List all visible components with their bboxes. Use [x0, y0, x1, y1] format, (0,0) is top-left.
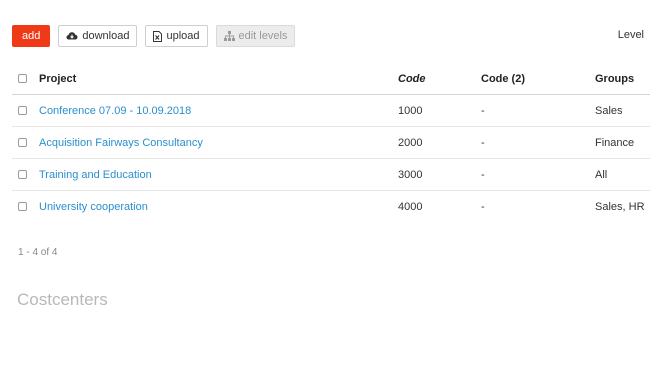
groups-cell: All	[595, 158, 650, 191]
header-code[interactable]: Code	[398, 63, 481, 95]
projects-table: Project Code Code (2) Groups Conference …	[12, 63, 650, 222]
code2-cell: -	[481, 200, 485, 213]
row-select-cell	[12, 191, 39, 223]
toolbar: add download upload edit levels	[12, 25, 296, 47]
code2-cell: -	[481, 126, 595, 159]
project-link[interactable]: Acquisition Fairways Consultancy	[39, 137, 203, 149]
project-cell: Training and Education	[39, 158, 398, 191]
projects-page: add download upload edit levels Level Pr…	[0, 0, 650, 366]
header-groups[interactable]: Groups	[595, 63, 650, 95]
add-button-label: add	[22, 30, 41, 42]
project-cell: Conference 07.09 - 10.09.2018	[39, 94, 398, 127]
edit-levels-button-label: edit levels	[238, 30, 288, 42]
groups-cell: Sales, HR	[595, 200, 645, 213]
project-link[interactable]: University cooperation	[39, 201, 148, 213]
row-select-cell	[12, 158, 39, 191]
groups-cell: Finance	[595, 126, 650, 159]
code-cell: 3000	[398, 158, 481, 191]
code-cell: 4000	[398, 200, 423, 213]
excel-file-icon	[153, 30, 163, 42]
code-cell: 1000	[398, 94, 481, 127]
cloud-download-icon	[66, 31, 78, 41]
upload-button-label: upload	[166, 30, 200, 42]
row-checkbox[interactable]	[18, 138, 27, 147]
add-button[interactable]: add	[12, 25, 51, 47]
sitemap-icon	[223, 31, 235, 41]
row-select-cell	[12, 126, 39, 159]
project-link[interactable]: Training and Education	[39, 169, 152, 181]
code2-cell: -	[481, 158, 595, 191]
project-cell: University cooperation	[39, 191, 398, 223]
table-row: Training and Education 3000 - All	[12, 158, 650, 191]
pagination-info: 1 - 4 of 4	[18, 247, 58, 258]
project-link[interactable]: Conference 07.09 - 10.09.2018	[39, 105, 191, 117]
table-row: University cooperation 4000 - Sales, HR	[12, 191, 650, 223]
header-code2[interactable]: Code (2)	[481, 63, 595, 95]
code2-cell: -	[481, 94, 595, 127]
groups-cell: Sales	[595, 94, 650, 127]
row-checkbox[interactable]	[18, 170, 27, 179]
project-cell: Acquisition Fairways Consultancy	[39, 126, 398, 159]
code-cell: 2000	[398, 126, 481, 159]
download-button[interactable]: download	[58, 25, 138, 47]
header-select-cell	[12, 63, 39, 95]
section-title: Costcenters	[17, 290, 108, 309]
row-checkbox[interactable]	[18, 202, 27, 211]
header-project[interactable]: Project	[39, 63, 398, 95]
row-checkbox[interactable]	[18, 106, 27, 115]
row-select-cell	[12, 94, 39, 127]
level-column-toggle[interactable]: Level	[618, 29, 644, 41]
edit-levels-button[interactable]: edit levels	[215, 25, 296, 47]
table-header-row: Project Code Code (2) Groups	[12, 63, 650, 95]
download-button-label: download	[82, 30, 130, 42]
table-row: Acquisition Fairways Consultancy 2000 - …	[12, 126, 650, 159]
select-all-checkbox[interactable]	[18, 74, 27, 83]
table-row: Conference 07.09 - 10.09.2018 1000 - Sal…	[12, 94, 650, 127]
upload-button[interactable]: upload	[145, 25, 208, 47]
